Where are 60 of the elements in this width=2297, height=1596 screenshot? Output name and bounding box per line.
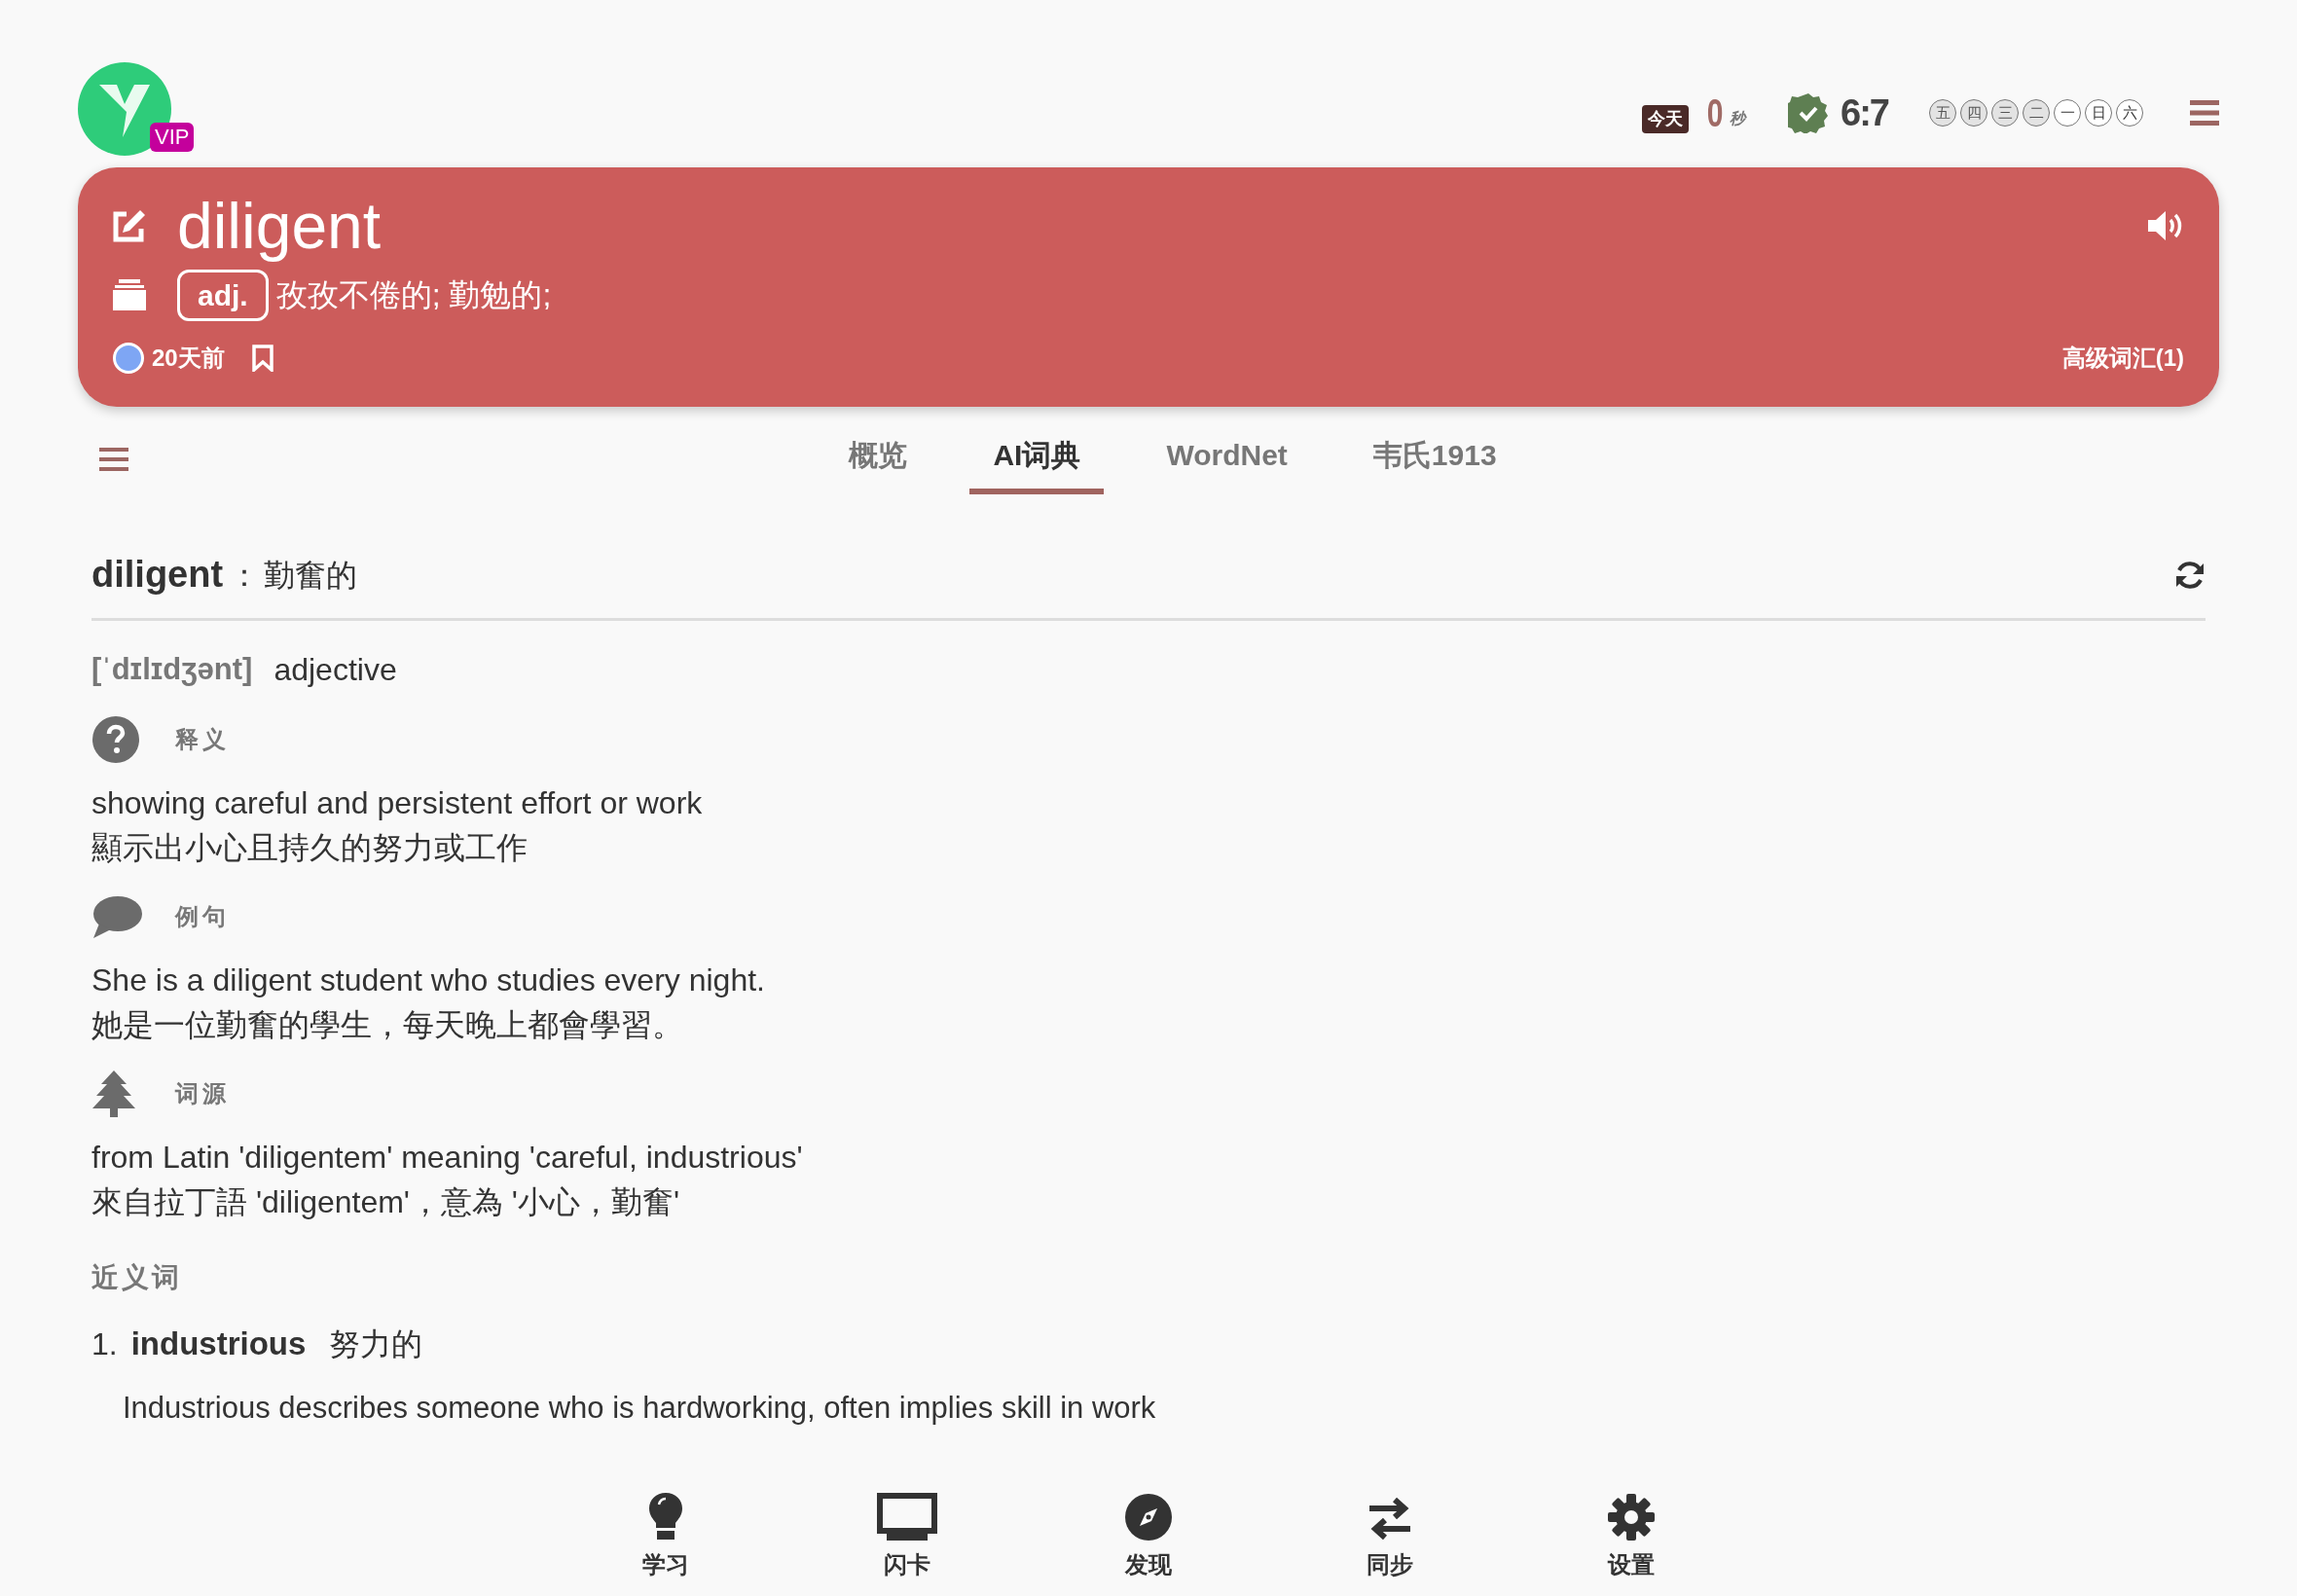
question-circle-icon [91, 715, 140, 764]
weekday-marker: 三 [1991, 99, 2019, 127]
compass-icon [1124, 1493, 1173, 1542]
tab[interactable]: AI词典 [969, 433, 1105, 494]
tab[interactable]: 概览 [825, 433, 931, 494]
weekday-marker: 四 [1960, 99, 1987, 127]
vocabulary-tag[interactable]: 高级词汇(1) [2061, 341, 2184, 376]
section-english-text: showing careful and persistent effort or work [91, 784, 704, 822]
nav-button[interactable]: 发现 [1096, 1481, 1201, 1582]
weekday-marker: 六 [2116, 99, 2143, 127]
part-of-speech-text: adjective [273, 651, 397, 689]
section-chinese-text: 來自拉丁語 'diligentem'，意為 '小心，勤奮' [91, 1183, 681, 1221]
today-time: 0 [1706, 93, 1724, 132]
list-number: 1. [91, 1324, 118, 1363]
time-unit: 秒 [1730, 109, 1746, 128]
vip-badge: VIP [150, 123, 195, 152]
added-time: 20天前 [152, 344, 225, 373]
weekday-marker: 二 [2023, 99, 2050, 127]
section-chinese-text: 她是一位勤奮的學生，每天晚上都會學習。 [91, 1006, 684, 1044]
synonym-description: Industrious describes someone who is hardworking, often implies skill in work [123, 1389, 1157, 1427]
section-title: 词源 [175, 1079, 230, 1108]
part-of-speech-tag: adj. [177, 269, 269, 321]
section-title: 例句 [175, 902, 230, 931]
synonym-word[interactable]: industrious [130, 1320, 307, 1368]
nav-button[interactable]: 设置 [1579, 1481, 1684, 1582]
score-text: 6:7 [1841, 94, 1888, 131]
settings-icon [1607, 1493, 1656, 1542]
section-english-text: She is a diligent student who studies every night. [91, 961, 766, 999]
nav-button[interactable]: 同步 [1337, 1481, 1442, 1582]
synonym-meaning: 努力的 [329, 1324, 423, 1363]
lightbulb-icon [646, 1491, 685, 1542]
nav-button[interactable]: 闪卡 [855, 1481, 960, 1582]
speaker-icon[interactable] [2147, 210, 2184, 241]
weekday-marker: 五 [1929, 99, 1956, 127]
tree-icon [91, 1070, 136, 1118]
stack-icon [113, 279, 146, 310]
entry-word: diligent [91, 553, 224, 597]
speech-bubble-icon [91, 894, 142, 939]
list-menu-icon[interactable] [99, 448, 128, 471]
refresh-icon[interactable] [2174, 559, 2206, 591]
section-english-text: from Latin 'diligentem' meaning 'careful, industrious' [91, 1139, 804, 1177]
section-title: 释义 [175, 725, 230, 754]
tab[interactable]: 韦氏1913 [1349, 433, 1520, 494]
monitor-icon [877, 1493, 937, 1542]
separator-text: ： [229, 556, 261, 595]
word-meaning: 孜孜不倦的; 勤勉的; [275, 276, 552, 314]
edit-icon[interactable] [113, 209, 146, 242]
weekday-marker: 日 [2085, 99, 2112, 127]
verified-badge-icon [1788, 92, 1830, 133]
today-badge: 今天 [1641, 104, 1689, 133]
phonetic-text: [ˈdɪlɪdʒənt] [91, 650, 253, 688]
section-chinese-text: 顯示出小心且持久的努力或工作 [91, 829, 529, 867]
menu-icon[interactable] [2190, 100, 2219, 126]
bookmark-icon[interactable] [251, 345, 273, 372]
synonyms-title: 近义词 [91, 1261, 183, 1294]
swap-arrows-icon [1367, 1497, 1412, 1542]
nav-button[interactable]: 学习 [613, 1481, 718, 1582]
tab[interactable]: WordNet [1143, 433, 1311, 494]
weekday-marker: 一 [2054, 99, 2081, 127]
entry-translation: 勤奮的 [264, 556, 358, 595]
